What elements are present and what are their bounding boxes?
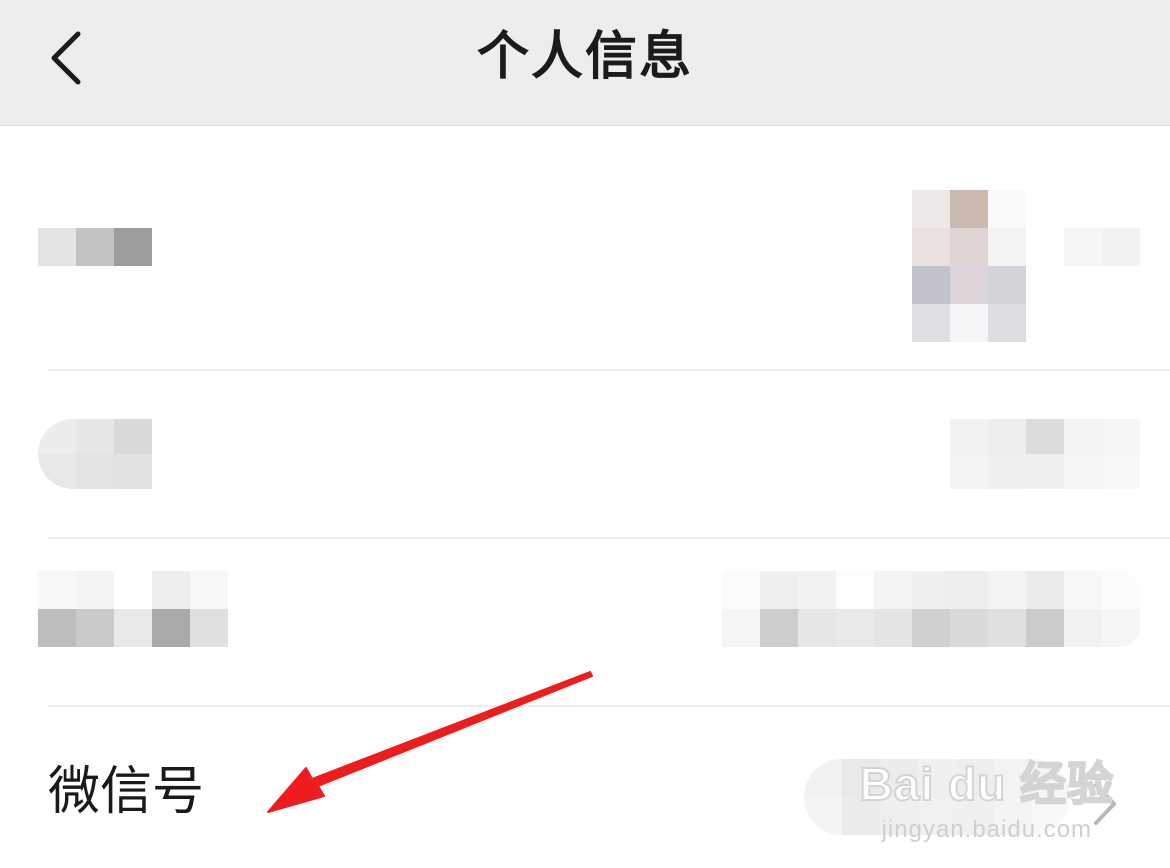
profile-info-list: 微信号 xyxy=(0,126,1170,868)
list-item-name[interactable] xyxy=(0,371,1170,539)
list-item-avatar[interactable] xyxy=(0,126,1170,371)
blurred-label xyxy=(38,228,152,266)
page-title: 个人信息 xyxy=(476,27,693,87)
blurred-value xyxy=(950,419,1140,489)
avatar-extra-blur xyxy=(1064,228,1140,266)
navigation-bar: 个人信息 xyxy=(0,0,1170,126)
row-label-wechat-id: 微信号 xyxy=(48,762,205,822)
blurred-value xyxy=(722,571,1140,647)
list-item-pat[interactable] xyxy=(0,539,1170,707)
blurred-label xyxy=(38,571,228,647)
list-item-wechat-id[interactable]: 微信号 xyxy=(0,707,1170,868)
chevron-right-icon xyxy=(1094,783,1116,825)
avatar xyxy=(912,190,1026,342)
blurred-label xyxy=(38,419,152,489)
blurred-value xyxy=(804,759,1070,835)
